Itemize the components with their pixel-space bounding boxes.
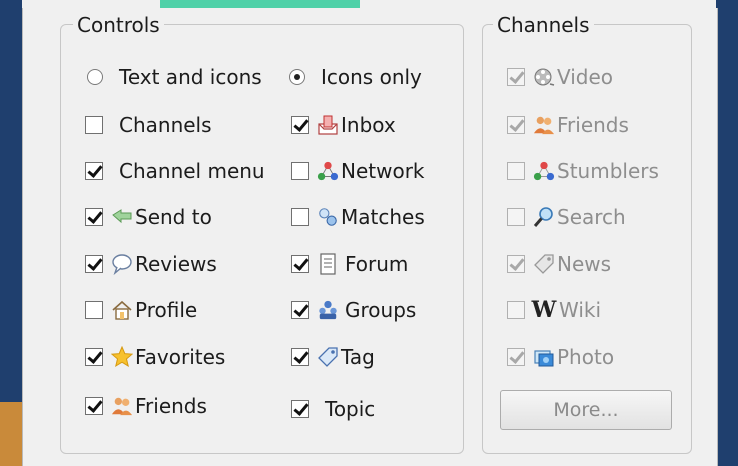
matches-icon	[317, 206, 339, 228]
people-icon	[111, 395, 133, 417]
checkbox-inbox[interactable]: Inbox	[291, 110, 396, 140]
checkbox-tag[interactable]: Tag	[291, 342, 375, 372]
checkbox-label: Channels	[119, 113, 212, 137]
checkbox[interactable]	[507, 162, 525, 180]
checkbox[interactable]	[291, 116, 309, 134]
checkbox[interactable]	[85, 397, 103, 415]
channel-label: Search	[557, 205, 626, 229]
checkbox-profile[interactable]: Profile	[85, 295, 197, 325]
channels-group-title: Channels	[493, 13, 594, 37]
star-icon	[111, 346, 133, 368]
checkbox[interactable]	[85, 208, 103, 226]
channel-checkbox-stumblers[interactable]: Stumblers	[507, 156, 659, 186]
channel-label: News	[557, 252, 612, 276]
document-icon	[317, 253, 339, 275]
checkbox[interactable]	[85, 116, 103, 134]
background-left-edge	[0, 0, 22, 466]
channel-label: Stumblers	[557, 159, 659, 183]
channel-label: Video	[557, 65, 614, 89]
groups-icon	[317, 299, 339, 321]
channel-checkbox-wiki[interactable]: W Wiki	[507, 295, 601, 325]
checkbox[interactable]	[291, 348, 309, 366]
checkbox[interactable]	[291, 400, 309, 418]
radio-button[interactable]	[87, 69, 103, 85]
checkbox[interactable]	[291, 162, 309, 180]
channel-checkbox-news[interactable]: News	[507, 249, 611, 279]
checkbox-matches[interactable]: Matches	[291, 202, 425, 232]
checkbox[interactable]	[507, 68, 525, 86]
checkbox[interactable]	[291, 255, 309, 273]
checkbox-channel-menu[interactable]: Channel menu	[85, 156, 265, 186]
checkbox-reviews[interactable]: Reviews	[85, 249, 217, 279]
magnifier-icon	[533, 206, 555, 228]
inbox-icon	[317, 114, 339, 136]
checkbox-network[interactable]: Network	[291, 156, 425, 186]
checkbox[interactable]	[291, 301, 309, 319]
news-tag-icon	[533, 253, 555, 275]
channel-label: Friends	[557, 113, 629, 137]
checkbox[interactable]	[291, 208, 309, 226]
tag-icon	[317, 346, 339, 368]
checkbox-label: Favorites	[135, 345, 226, 369]
checkbox-label: Matches	[341, 205, 425, 229]
checkbox[interactable]	[507, 208, 525, 226]
channel-checkbox-photo[interactable]: Photo	[507, 342, 614, 372]
settings-panel: Controls Channels Text and icons Icons o…	[22, 8, 718, 466]
checkbox-label: Topic	[325, 397, 376, 421]
checkbox-label: Inbox	[341, 113, 396, 137]
checkbox-label: Tag	[341, 345, 375, 369]
checkbox[interactable]	[85, 255, 103, 273]
checkbox-friends[interactable]: Friends	[85, 391, 207, 421]
speech-bubble-icon	[111, 253, 133, 275]
photo-icon	[533, 346, 555, 368]
send-to-icon	[111, 206, 133, 228]
checkbox-label: Channel menu	[119, 159, 265, 183]
checkbox-groups[interactable]: Groups	[291, 295, 416, 325]
checkbox[interactable]	[85, 162, 103, 180]
checkbox-favorites[interactable]: Favorites	[85, 342, 225, 372]
checkbox-topic[interactable]: Topic	[291, 394, 375, 424]
checkbox[interactable]	[85, 301, 103, 319]
channel-label: Photo	[557, 345, 615, 369]
more-button[interactable]: More...	[500, 390, 672, 430]
checkbox-send-to[interactable]: Send to	[85, 202, 212, 232]
checkbox-label: Send to	[135, 205, 212, 229]
checkbox-label: Network	[341, 159, 425, 183]
controls-group-title: Controls	[73, 13, 164, 37]
checkbox-channels[interactable]: Channels	[85, 110, 212, 140]
network-icon	[317, 160, 339, 182]
radio-label: Icons only	[321, 65, 422, 89]
network-icon	[533, 160, 555, 182]
background-right-edge	[716, 0, 738, 466]
radio-label: Text and icons	[119, 65, 262, 89]
checkbox-forum[interactable]: Forum	[291, 249, 408, 279]
checkbox[interactable]	[507, 116, 525, 134]
checkbox-label: Friends	[135, 394, 207, 418]
channel-label: Wiki	[559, 298, 602, 322]
checkbox[interactable]	[85, 348, 103, 366]
checkbox-label: Reviews	[135, 252, 217, 276]
radio-text-and-icons[interactable]: Text and icons	[87, 62, 262, 92]
house-icon	[111, 299, 133, 321]
channel-checkbox-video[interactable]: Video	[507, 62, 613, 92]
film-reel-icon	[533, 66, 555, 88]
checkbox[interactable]	[507, 301, 525, 319]
wiki-w-icon: W	[531, 297, 557, 323]
people-icon	[533, 114, 555, 136]
checkbox[interactable]	[507, 255, 525, 273]
channel-checkbox-search[interactable]: Search	[507, 202, 626, 232]
background-accent	[0, 402, 22, 466]
checkbox-label: Forum	[345, 252, 409, 276]
radio-icons-only[interactable]: Icons only	[289, 62, 422, 92]
checkbox[interactable]	[507, 348, 525, 366]
radio-button[interactable]	[289, 69, 305, 85]
checkbox-label: Groups	[345, 298, 417, 322]
checkbox-label: Profile	[135, 298, 198, 322]
channel-checkbox-friends[interactable]: Friends	[507, 110, 629, 140]
